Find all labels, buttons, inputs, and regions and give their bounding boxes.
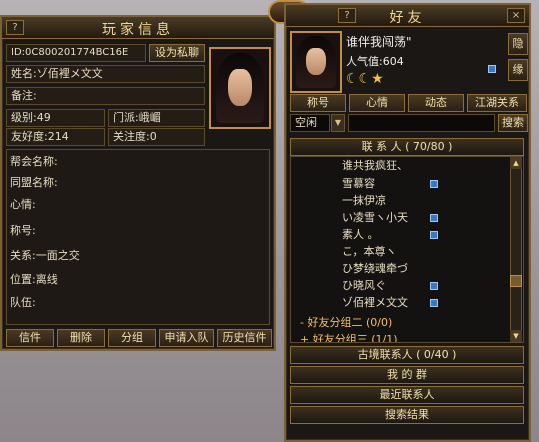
player-info-titlebar: ? 玩家信息 — [2, 17, 274, 39]
guild-name: 帮会名称: — [10, 155, 58, 168]
recent-contacts-section[interactable]: 最近联系人 — [290, 386, 524, 404]
fate-button[interactable]: 缘 — [508, 59, 528, 81]
relation: 关系:一面之交 — [10, 249, 80, 262]
online-status-icon — [430, 299, 438, 307]
location: 位置:离线 — [10, 273, 58, 286]
self-avatar — [290, 31, 342, 93]
contact-name: ひ晓风ぐ — [342, 279, 386, 292]
player-id-field: ID:0C800201774BC16E — [6, 44, 146, 62]
status-color-icon[interactable] — [488, 65, 496, 73]
mood: 心情: — [10, 198, 36, 211]
list-item[interactable]: 谁共我疯狂、 — [302, 159, 517, 173]
online-status-icon — [430, 231, 438, 239]
status-select[interactable]: 空闲 — [290, 114, 330, 132]
contact-name: こ，本尊ヽ — [342, 245, 397, 258]
tab-jianghu-relation[interactable]: 江湖关系 — [467, 94, 527, 112]
list-item[interactable]: ひ晓风ぐ — [302, 279, 517, 293]
contact-name: ゾ佰裡メ文文 — [342, 296, 408, 309]
search-button[interactable]: 搜索 — [498, 114, 528, 132]
nickname: 称号: — [10, 224, 36, 237]
alliance-name: 同盟名称: — [10, 176, 58, 189]
tab-mood[interactable]: 心情 — [349, 94, 405, 112]
list-item[interactable]: ひ梦绕魂牵づ — [302, 262, 517, 276]
list-item[interactable]: こ，本尊ヽ — [302, 245, 517, 259]
friends-titlebar: ? 好友 × — [286, 5, 529, 27]
team: 队伍: — [10, 296, 36, 309]
set-private-chat-button[interactable]: 设为私聊 — [149, 44, 205, 62]
search-input[interactable] — [348, 114, 495, 132]
detail-box: 帮会名称: 同盟名称: 心情: 称号: 关系:一面之交 位置:离线 队伍: — [6, 149, 270, 325]
player-info-panel: ? 玩家信息 ID:0C800201774BC16E 设为私聊 姓名:ゾ佰裡メ文… — [0, 15, 276, 351]
list-item[interactable]: 素人 。 — [302, 228, 517, 242]
chevron-down-icon[interactable]: ▼ — [331, 114, 345, 132]
moon-rank-icon: ☾☾★ — [346, 71, 384, 87]
level-field: 级别:49 — [6, 109, 105, 127]
popularity: 人气值:604 — [346, 55, 404, 68]
request-join-team-button[interactable]: 申请入队 — [159, 329, 214, 347]
delete-button[interactable]: 删除 — [57, 329, 105, 347]
online-status-icon — [430, 214, 438, 222]
ancient-contacts-section[interactable]: 古境联系人 ( 0/40 ) — [290, 346, 524, 364]
mail-button[interactable]: 信件 — [6, 329, 54, 347]
player-info-title: 玩家信息 — [102, 22, 174, 38]
self-name: 谁伴我闯荡" — [346, 35, 412, 49]
attention-field: 关注度:0 — [108, 128, 205, 146]
group-button[interactable]: 分组 — [108, 329, 156, 347]
scroll-down-icon[interactable]: ▼ — [510, 330, 522, 342]
search-results-section[interactable]: 搜索结果 — [290, 406, 524, 424]
friends-title: 好友 — [389, 10, 426, 26]
group-item[interactable]: - 好友分组二 (0/0) — [300, 314, 392, 330]
group-item[interactable]: + 好友分组三 (1/1) — [300, 331, 398, 342]
contacts-header[interactable]: 联 系 人 ( 70/80 ) — [290, 138, 524, 156]
contact-name: 一抹伊凉 — [342, 194, 386, 207]
list-item[interactable]: い凌雪ヽ小天 — [302, 211, 517, 225]
note-field[interactable]: 备注: — [6, 87, 205, 105]
friendship-field: 友好度:214 — [6, 128, 105, 146]
contact-name: 谁共我疯狂、 — [342, 159, 408, 172]
contact-name: い凌雪ヽ小天 — [342, 211, 408, 224]
contact-name: 素人 。 — [342, 228, 379, 241]
list-item[interactable]: 一抹伊凉 — [302, 194, 517, 208]
player-name-field: 姓名:ゾ佰裡メ文文 — [6, 65, 205, 83]
close-icon[interactable]: × — [507, 8, 525, 23]
contact-name: 雪慕容 — [342, 177, 375, 190]
contact-name: ひ梦绕魂牵づ — [342, 262, 408, 275]
sect-field: 门派:峨嵋 — [108, 109, 205, 127]
list-item[interactable]: ゾ佰裡メ文文 — [302, 296, 517, 310]
my-groups-section[interactable]: 我 的 群 — [290, 366, 524, 384]
tab-title[interactable]: 称号 — [290, 94, 346, 112]
online-status-icon — [430, 282, 438, 290]
player-avatar — [209, 47, 271, 129]
mail-history-button[interactable]: 历史信件 — [217, 329, 272, 347]
online-status-icon — [430, 180, 438, 188]
hide-button[interactable]: 隐 — [508, 33, 528, 55]
tab-activity[interactable]: 动态 — [408, 94, 464, 112]
list-item[interactable]: 雪慕容 — [302, 177, 517, 191]
